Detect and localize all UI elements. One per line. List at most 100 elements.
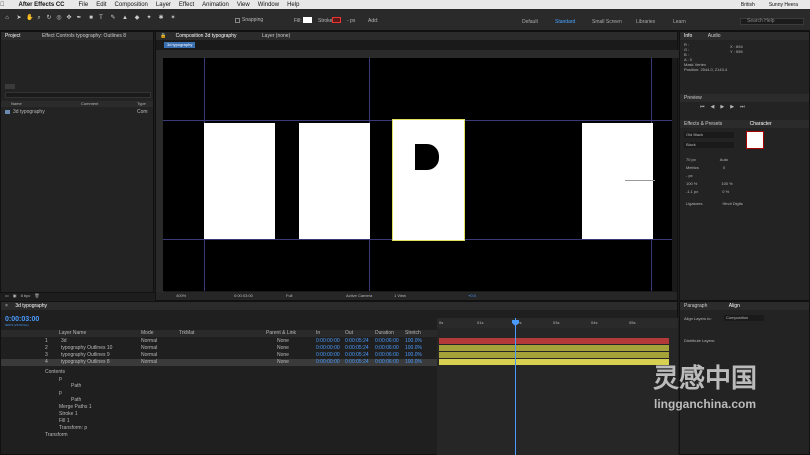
letter-block-1[interactable] (204, 123, 275, 239)
pin-tool-icon[interactable]: ✶ (170, 15, 176, 21)
stroke-width-char[interactable]: - px (686, 173, 693, 178)
apple-icon[interactable]:  (0, 2, 5, 8)
kerning[interactable]: Metrics (686, 165, 699, 170)
next-frame-icon[interactable]: ▶ (730, 104, 734, 110)
layer-number[interactable]: 4 (45, 359, 48, 366)
layer-name[interactable]: typography Outlines 9 (61, 352, 110, 359)
tab-layer[interactable]: Layer (none) (262, 33, 290, 39)
resolution[interactable]: Full (286, 292, 292, 300)
header-out[interactable]: Out (345, 330, 353, 337)
letter-block-selected[interactable] (392, 119, 465, 241)
header-trkmat[interactable]: TrkMat (179, 330, 194, 337)
type-tool-icon[interactable]: T (98, 15, 104, 21)
layer-number[interactable]: 1 (45, 338, 48, 345)
play-icon[interactable]: ▶ (720, 104, 724, 110)
property-row[interactable]: Fill 1 (1, 418, 438, 425)
header-stretch[interactable]: Stretch (405, 330, 421, 337)
workspace-standard[interactable]: Standard (555, 19, 575, 25)
stamp-tool-icon[interactable]: ▲ (122, 15, 128, 21)
folder-icon[interactable]: ▭ (5, 293, 9, 298)
hindi-digits-checkbox[interactable]: Hindi Digits (722, 201, 742, 206)
pen-tool-icon[interactable]: ✒ (76, 15, 82, 21)
layer-mode[interactable]: Normal (141, 345, 157, 352)
bpc-label[interactable]: 8 bpc (21, 293, 31, 298)
project-search[interactable] (5, 92, 151, 98)
font-style-select[interactable]: Black (684, 142, 734, 148)
snapping-control[interactable]: Snapping (235, 17, 263, 23)
menu-file[interactable]: File (79, 2, 89, 8)
layer-mode[interactable]: Normal (141, 352, 157, 359)
tsume[interactable]: 0 % (722, 189, 729, 194)
menu-effect[interactable]: Effect (179, 2, 194, 8)
tab-effect-controls[interactable]: Effect Controls typography: Outlines 8 (42, 33, 126, 39)
layer-out[interactable]: 0:00:05:24 (345, 338, 369, 345)
property-row[interactable]: Merge Paths 1 (1, 404, 438, 411)
breadcrumb[interactable]: 3d typography (164, 42, 196, 48)
workspace-libraries[interactable]: Libraries (636, 19, 655, 25)
layer-in[interactable]: 0:00:00:00 (316, 338, 340, 345)
layer-mode[interactable]: Normal (141, 338, 157, 345)
layer-row[interactable]: 4 typography Outlines 8 Normal None 0:00:00:… (1, 359, 438, 366)
layer-in[interactable]: 0:00:00:00 (316, 345, 340, 352)
playhead[interactable] (515, 318, 516, 455)
letter-block-2[interactable] (299, 123, 370, 239)
stroke-swatch[interactable] (332, 17, 341, 23)
layer-stretch[interactable]: 100.0% (405, 338, 422, 345)
layer-name[interactable]: 3d (61, 338, 67, 345)
col-type[interactable]: Type (137, 101, 146, 107)
horizontal-scale[interactable]: 100 % (721, 181, 732, 186)
close-icon[interactable]: × (5, 303, 8, 309)
property-row[interactable]: p (1, 376, 438, 383)
eraser-tool-icon[interactable]: ◆ (134, 15, 140, 21)
workspace-learn[interactable]: Learn (673, 19, 686, 25)
layer-duration[interactable]: 0:00:06:00 (375, 345, 399, 352)
baseline-shift[interactable]: -1.1 px (686, 189, 698, 194)
property-row[interactable]: Path (1, 397, 438, 404)
first-frame-icon[interactable]: ⏮ (700, 104, 705, 110)
layer-parent[interactable]: None (277, 352, 289, 359)
new-comp-icon[interactable]: ▣ (13, 293, 17, 298)
layer-out[interactable]: 0:00:05:24 (345, 345, 369, 352)
hand-tool-icon[interactable]: ✋ (26, 15, 33, 21)
tab-project[interactable]: Project (5, 33, 21, 39)
header-parent[interactable]: Parent & Link (266, 330, 296, 337)
font-family-select[interactable]: Old Black (684, 132, 734, 138)
letter-p-shape[interactable] (415, 144, 439, 170)
ligatures-checkbox[interactable]: Ligatures (686, 201, 702, 206)
active-camera[interactable]: Active Camera (346, 292, 372, 300)
magnification[interactable]: 400% (176, 292, 186, 300)
layer-row[interactable]: 3 typography Outlines 9 Normal None 0:00:00:… (1, 352, 438, 359)
menu-composition[interactable]: Composition (115, 2, 148, 8)
rectangle-tool-icon[interactable]: ■ (88, 15, 94, 21)
menu-edit[interactable]: Edit (96, 2, 106, 8)
layer-bar-2[interactable] (439, 345, 669, 351)
tab-character[interactable]: Character (750, 121, 772, 127)
layer-row[interactable]: 1 3d Normal None 0:00:00:00 0:00:05:24 0:00:06… (1, 338, 438, 345)
layer-row[interactable]: 2 typography Outlines 10 Normal None 0:00:00… (1, 345, 438, 352)
layer-parent[interactable]: None (277, 345, 289, 352)
tab-effects-presets[interactable]: Effects & Presets (684, 121, 722, 127)
layer-stretch[interactable]: 100.0% (405, 345, 422, 352)
app-name[interactable]: After Effects CC (19, 2, 65, 8)
brush-tool-icon[interactable]: ✎ (110, 15, 116, 21)
stroke-width[interactable]: - px (347, 18, 355, 24)
tab-info[interactable]: Info (684, 33, 692, 39)
layer-name[interactable]: typography Outlines 8 (61, 359, 110, 366)
layer-in[interactable]: 0:00:00:00 (316, 359, 340, 366)
col-name[interactable]: Name (11, 101, 22, 107)
property-row[interactable]: Transform: p (1, 425, 438, 432)
layer-number[interactable]: 2 (45, 345, 48, 352)
menu-layer[interactable]: Layer (156, 2, 171, 8)
layer-duration[interactable]: 0:00:06:00 (375, 338, 399, 345)
puppet-tool-icon[interactable]: ✱ (158, 15, 164, 21)
property-row[interactable]: Stroke 1 (1, 411, 438, 418)
layer-duration[interactable]: 0:00:06:00 (375, 359, 399, 366)
property-row[interactable]: Contents (1, 369, 438, 376)
fill-swatch[interactable] (303, 17, 312, 23)
project-item[interactable]: 3d typography Com (1, 109, 153, 115)
align-to-select[interactable]: Composition (724, 315, 764, 321)
comp-canvas[interactable] (163, 58, 672, 291)
zoom-tool-icon[interactable]: ⌕ (36, 15, 42, 21)
property-row[interactable]: Transform (1, 432, 438, 439)
preview-header[interactable]: Preview (680, 94, 809, 102)
